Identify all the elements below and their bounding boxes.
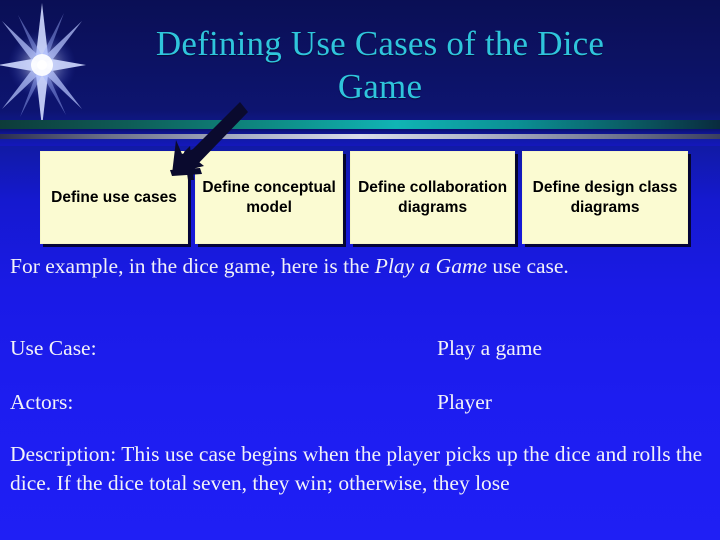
- intro-emphasis: Play a Game: [374, 254, 488, 278]
- actors-label: Actors:: [10, 390, 74, 414]
- process-box-define-design-class-diagrams[interactable]: Define design class diagrams: [522, 151, 689, 244]
- description-paragraph: Description: This use case begins when t…: [10, 442, 703, 495]
- divider-bar-teal: [0, 120, 720, 129]
- actors-value: Player: [437, 390, 492, 414]
- intro-suffix: use case.: [487, 254, 569, 278]
- slide-title: Defining Use Cases of the Dice Game: [60, 22, 700, 108]
- slide-canvas: Defining Use Cases of the Dice Game Defi…: [0, 0, 720, 540]
- process-box-define-collaboration-diagrams[interactable]: Define collaboration diagrams: [350, 151, 516, 244]
- divider-bar-fade: [0, 139, 720, 146]
- slide-title-line-1: Defining Use Cases of the Dice: [155, 24, 605, 63]
- process-box-row: Define use cases Define conceptual model…: [40, 151, 689, 244]
- intro-prefix: For example, in the dice game, here is t…: [10, 254, 375, 278]
- process-box-define-use-cases[interactable]: Define use cases: [40, 151, 189, 244]
- use-case-value: Play a game: [437, 336, 543, 360]
- intro-paragraph: For example, in the dice game, here is t…: [10, 252, 710, 281]
- slide-title-line-2: Game: [337, 67, 423, 106]
- process-box-define-conceptual-model[interactable]: Define conceptual model: [195, 151, 344, 244]
- use-case-label: Use Case:: [10, 336, 97, 360]
